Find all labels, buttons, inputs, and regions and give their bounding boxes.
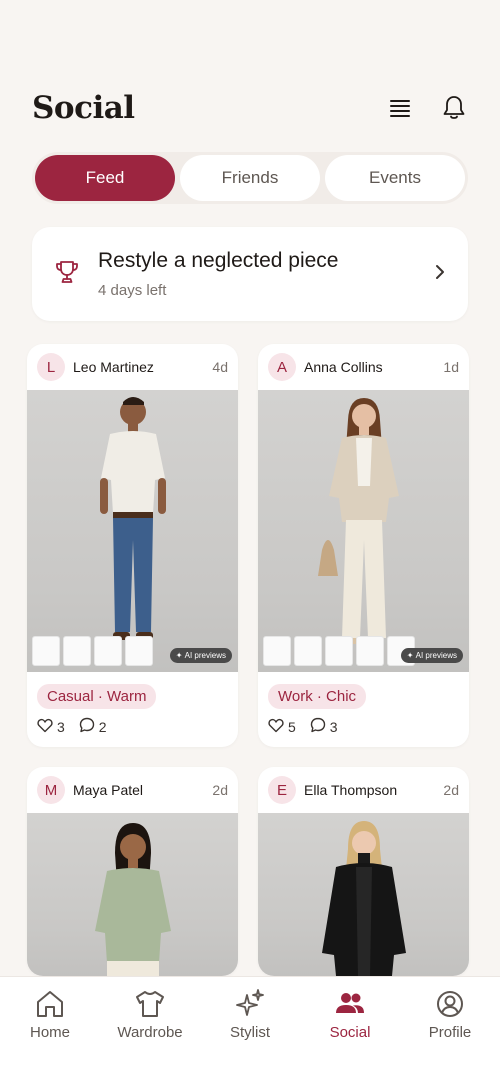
nav-social[interactable]: Social [300, 987, 400, 1084]
outfit-figure [318, 398, 399, 644]
heart-icon[interactable] [268, 718, 284, 736]
post-age: 4d [212, 359, 228, 375]
avatar[interactable]: A [268, 353, 296, 381]
outfit-items [263, 636, 415, 666]
post-age: 2d [212, 782, 228, 798]
tab-feed[interactable]: Feed [35, 155, 175, 201]
post-card[interactable]: A Anna Collins 1d ✦ AI previews Work · C… [258, 344, 469, 747]
outfit-figure [95, 823, 171, 976]
challenge-text: Restyle a neglected piece 4 days left [98, 249, 434, 299]
item-thumbnail[interactable] [63, 636, 91, 666]
post-header: L Leo Martinez 4d [27, 344, 238, 390]
item-thumbnail[interactable] [32, 636, 60, 666]
avatar[interactable]: L [37, 353, 65, 381]
item-thumbnail[interactable] [94, 636, 122, 666]
outfit-figure [100, 397, 166, 640]
tab-friends[interactable]: Friends [180, 155, 320, 201]
style-tag: Work · Chic [268, 684, 367, 709]
item-thumbnail[interactable] [294, 636, 322, 666]
outfit-photo[interactable]: ✦ AI previews [27, 390, 238, 672]
post-author[interactable]: Maya Patel [73, 782, 212, 798]
bell-icon[interactable] [440, 94, 468, 122]
item-thumbnail[interactable] [325, 636, 353, 666]
nav-stylist[interactable]: Stylist [200, 987, 300, 1084]
ai-previews-label: AI previews [415, 651, 457, 660]
outfit-photo[interactable] [258, 813, 469, 976]
header-actions [386, 94, 468, 122]
outfit-photo[interactable] [27, 813, 238, 976]
item-thumbnail[interactable] [125, 636, 153, 666]
comment-icon[interactable] [310, 717, 326, 736]
sparkle-icon: ✦ [406, 651, 416, 660]
style-tag: Casual · Warm [37, 684, 157, 709]
nav-label: Profile [428, 1024, 472, 1041]
tab-events[interactable]: Events [325, 155, 465, 201]
post-header: M Maya Patel 2d [27, 767, 238, 813]
bottom-nav: Home Wardrobe Stylist Social Profile [0, 976, 500, 1084]
outfit-items [32, 636, 153, 666]
home-icon [37, 991, 63, 1017]
outfit-photo[interactable]: ✦ AI previews [258, 390, 469, 672]
post-header: A Anna Collins 1d [258, 344, 469, 390]
post-card[interactable]: M Maya Patel 2d [27, 767, 238, 976]
post-author[interactable]: Leo Martinez [73, 359, 212, 375]
tshirt-icon [136, 991, 164, 1017]
nav-label: Wardrobe [117, 1024, 183, 1041]
profile-icon [437, 991, 463, 1017]
sparkle-icon [236, 989, 264, 1016]
heart-icon[interactable] [37, 718, 53, 736]
comment-count: 2 [98, 718, 107, 735]
item-thumbnail[interactable] [356, 636, 384, 666]
header: Social [32, 86, 468, 130]
nav-label: Stylist [229, 1024, 270, 1041]
outfit-figure [322, 821, 406, 976]
post-age: 1d [443, 359, 459, 375]
nav-profile[interactable]: Profile [400, 987, 500, 1084]
ai-previews-badge[interactable]: ✦ AI previews [400, 648, 463, 663]
like-count: 3 [57, 718, 65, 735]
feed-tabs: Feed Friends Events [32, 152, 468, 204]
chevron-right-icon [434, 263, 446, 286]
comment-count: 3 [329, 718, 338, 735]
comment-icon[interactable] [79, 717, 95, 736]
trophy-icon [54, 259, 80, 290]
post-card[interactable]: L Leo Martinez 4d ✦ AI previews Casual ·… [27, 344, 238, 747]
post-stats: 3 2 [37, 717, 238, 736]
post-card[interactable]: E Ella Thompson 2d [258, 767, 469, 976]
post-age: 2d [443, 782, 459, 798]
like-count: 5 [288, 718, 296, 735]
page-title: Social [32, 90, 135, 126]
avatar[interactable]: E [268, 776, 296, 804]
challenge-card[interactable]: Restyle a neglected piece 4 days left [32, 227, 468, 321]
post-header: E Ella Thompson 2d [258, 767, 469, 813]
post-author[interactable]: Ella Thompson [304, 782, 443, 798]
nav-label: Social [329, 1024, 371, 1041]
ai-previews-badge[interactable]: ✦ AI previews [169, 648, 232, 663]
sparkle-icon: ✦ [175, 651, 185, 660]
nav-home[interactable]: Home [0, 987, 100, 1084]
item-thumbnail[interactable] [263, 636, 291, 666]
nav-wardrobe[interactable]: Wardrobe [100, 987, 200, 1084]
post-stats: 5 3 [268, 717, 469, 736]
avatar[interactable]: M [37, 776, 65, 804]
post-author[interactable]: Anna Collins [304, 359, 443, 375]
challenge-subtitle: 4 days left [98, 282, 167, 299]
ai-previews-label: AI previews [184, 651, 226, 660]
nav-label: Home [29, 1024, 70, 1041]
challenge-title: Restyle a neglected piece [98, 249, 339, 272]
people-icon [336, 993, 364, 1013]
menu-icon[interactable] [386, 94, 414, 122]
